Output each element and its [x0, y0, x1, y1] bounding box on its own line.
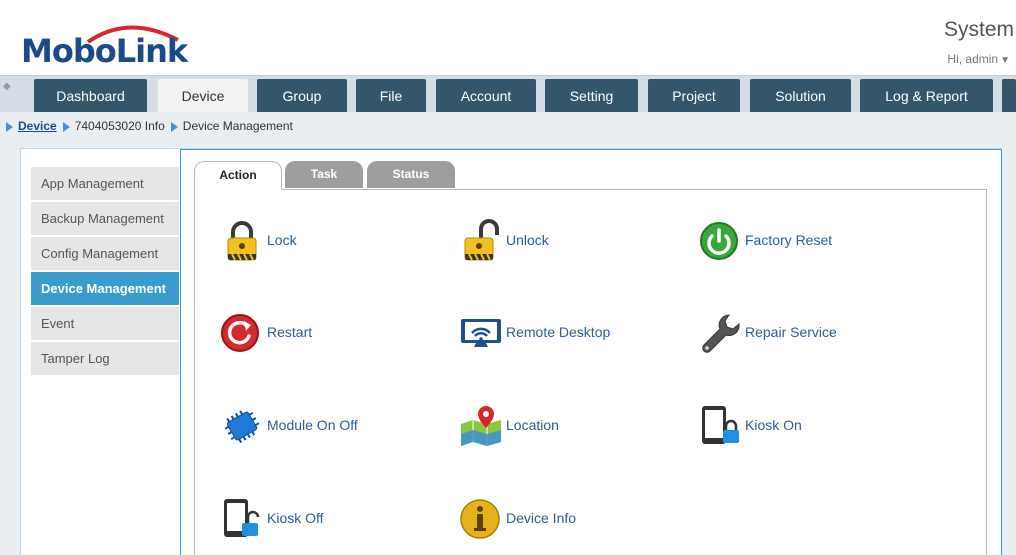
tablet-unlock-icon	[224, 499, 260, 537]
action-kiosk-off[interactable]: Kiosk Off	[220, 497, 360, 541]
action-kiosk-on[interactable]: Kiosk On	[698, 404, 838, 448]
map-pin-icon	[461, 406, 501, 446]
tablet-lock-icon	[702, 406, 739, 444]
action-module-on-off-label: Module On Off	[267, 417, 358, 433]
action-location-label: Location	[506, 417, 559, 433]
action-unlock-label: Unlock	[506, 232, 549, 248]
logo-text: MoboLink	[21, 32, 188, 70]
tab-group[interactable]: Group	[257, 79, 347, 113]
caret-down-icon: ▼	[1000, 55, 1010, 66]
action-repair-service-label: Repair Service	[745, 324, 837, 340]
main-nav: ◆ Dashboard Device Group File Account Se…	[0, 75, 1016, 113]
action-restart[interactable]: Restart	[220, 311, 360, 355]
breadcrumb-bar: Device 7404053020 Info Device Management	[0, 112, 1016, 141]
action-kiosk-off-label: Kiosk Off	[267, 510, 324, 526]
tab-solution[interactable]: Solution	[750, 79, 851, 113]
action-lock-label: Lock	[267, 232, 297, 248]
action-restart-label: Restart	[267, 324, 313, 340]
restart-icon	[221, 314, 259, 352]
side-item-backup-management[interactable]: Backup Management	[31, 202, 179, 235]
device-management-content: Action Task Status Lock Unlock Factory R…	[180, 149, 1002, 555]
tab-setting[interactable]: Setting	[545, 79, 638, 113]
tab-log-report[interactable]: Log & Report	[860, 79, 993, 113]
side-item-event[interactable]: Event	[31, 307, 179, 340]
action-lock[interactable]: Lock	[220, 219, 360, 263]
mobolink-logo[interactable]: MoboLink	[18, 18, 193, 72]
breadcrumb-arrow-icon	[170, 121, 178, 132]
remote-desktop-icon	[461, 319, 501, 347]
tab-project[interactable]: Project	[648, 79, 740, 113]
chip-icon	[224, 410, 260, 444]
action-factory-reset-label: Factory Reset	[745, 232, 833, 248]
subtab-task[interactable]: Task	[285, 161, 363, 188]
side-item-tamper-log[interactable]: Tamper Log	[31, 342, 179, 375]
lock-icon	[227, 221, 257, 261]
header: MoboLink System Hi, admin ▼	[0, 0, 1016, 76]
action-remote-desktop-label: Remote Desktop	[506, 324, 611, 340]
breadcrumb: Device 7404053020 Info Device Management	[6, 119, 299, 133]
subtab-action[interactable]: Action	[194, 161, 282, 190]
wrench-icon	[702, 314, 740, 353]
action-location[interactable]: Location	[459, 404, 599, 448]
user-menu[interactable]: Hi, admin ▼	[947, 52, 1010, 66]
tab-dashboard[interactable]: Dashboard	[34, 79, 147, 113]
action-grid: Lock Unlock Factory Reset Restart Remote…	[194, 189, 987, 555]
action-factory-reset[interactable]: Factory Reset	[698, 219, 858, 263]
side-item-app-management[interactable]: App Management	[31, 167, 179, 200]
side-menu: App Management Backup Management Config …	[31, 167, 179, 377]
tab-device[interactable]: Device	[158, 79, 248, 113]
action-remote-desktop[interactable]: Remote Desktop	[459, 311, 629, 355]
action-device-info-label: Device Info	[506, 510, 577, 526]
action-kiosk-on-label: Kiosk On	[745, 417, 802, 433]
breadcrumb-current: Device Management	[182, 119, 293, 133]
breadcrumb-device-info: 7404053020 Info	[74, 119, 165, 133]
system-title: System	[943, 18, 1014, 41]
side-item-config-management[interactable]: Config Management	[31, 237, 179, 270]
info-icon	[460, 499, 500, 539]
tab-overflow[interactable]	[1002, 79, 1016, 113]
unlock-icon	[464, 219, 499, 261]
tab-account[interactable]: Account	[436, 79, 536, 113]
subtab-status[interactable]: Status	[367, 161, 455, 188]
greeting-text: Hi, admin	[947, 52, 999, 66]
tab-file[interactable]: File	[356, 79, 426, 113]
breadcrumb-arrow-icon	[62, 121, 70, 132]
breadcrumb-arrow-icon	[6, 121, 13, 132]
power-icon	[700, 222, 738, 260]
app-root: MoboLink System Hi, admin ▼ ◆ Dashboard D…	[0, 0, 1016, 555]
action-module-on-off[interactable]: Module On Off	[220, 404, 380, 448]
breadcrumb-device-link[interactable]: Device	[18, 119, 57, 133]
collapse-arrow-icon[interactable]: ◆	[3, 81, 11, 92]
side-item-device-management[interactable]: Device Management	[31, 272, 179, 305]
action-unlock[interactable]: Unlock	[459, 219, 599, 263]
action-device-info[interactable]: Device Info	[459, 497, 599, 541]
action-repair-service[interactable]: Repair Service	[698, 311, 858, 355]
